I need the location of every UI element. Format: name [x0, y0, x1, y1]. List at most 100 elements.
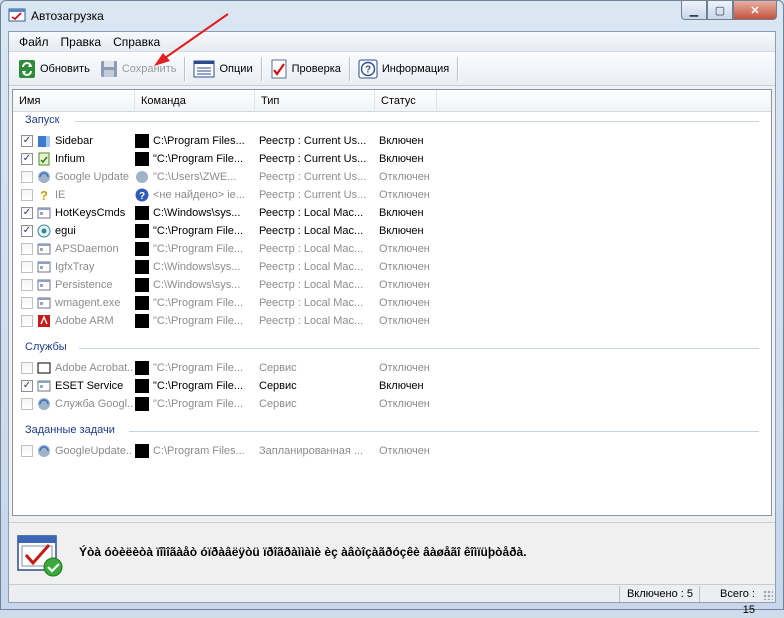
checkbox-check-icon: ✓ [22, 135, 32, 146]
item-type: Реестр : Local Mac... [259, 279, 364, 291]
list-item[interactable]: ✓ Sidebar C:\Program Files... Реестр : Curr… [13, 132, 771, 150]
checkbox-check-icon: ✓ [22, 380, 32, 391]
app-window-icon [37, 243, 51, 255]
command-icon [135, 444, 149, 458]
list-item[interactable]: Google Update "C:\Users\ZWE... Реестр : Cu… [13, 168, 771, 186]
item-name: APSDaemon [55, 243, 119, 255]
item-command: C:\Program Files... [153, 445, 245, 457]
item-name: IgfxTray [55, 261, 95, 273]
item-status: Отключен [379, 362, 430, 374]
list-item[interactable]: ✓ Infium "C:\Program File... Реестр : Curre… [13, 150, 771, 168]
column-name[interactable]: Имя [13, 90, 135, 112]
google-update-icon [38, 398, 50, 410]
enable-checkbox[interactable] [21, 362, 33, 374]
app-window-icon [37, 261, 51, 273]
enable-checkbox[interactable]: ✓ [21, 225, 33, 237]
item-name: egui [55, 225, 76, 237]
item-name: IE [55, 189, 66, 201]
list-item[interactable]: ✓ HotKeysCmds C:\Windows\sys... Реестр : Lo… [13, 204, 771, 222]
item-type: Реестр : Current Us... [259, 135, 367, 147]
autorun-list[interactable]: Имя Команда Тип Статус Запуск ✓ Sidebar C:\… [12, 89, 772, 516]
minimize-button[interactable]: ▁ [681, 1, 707, 20]
list-item[interactable]: Adobe ARM "C:\Program File... Реестр : Loc… [13, 312, 771, 330]
item-type: Реестр : Current Us... [259, 171, 367, 183]
enable-checkbox[interactable]: ✓ [21, 153, 33, 165]
list-item[interactable]: ✓ ESET Service "C:\Program File... Сервис Вк… [13, 377, 771, 395]
command-icon [135, 224, 149, 238]
description-panel: Ýòà óòèëèòà ïîìîãàåò óïðàâëÿòü ïðîãðàììà… [9, 522, 775, 584]
column-type[interactable]: Тип [255, 90, 375, 112]
item-name: GoogleUpdate... [55, 445, 133, 457]
title-bar[interactable]: Автозагрузка ▁ ▢ ✕ [1, 1, 783, 31]
enable-checkbox[interactable] [21, 445, 33, 457]
enable-checkbox[interactable]: ✓ [21, 380, 33, 392]
google-update-icon [136, 171, 148, 183]
info-button[interactable]: ? Информация [353, 55, 454, 83]
item-command: "C:\Users\ZWE... [153, 171, 237, 183]
enable-checkbox[interactable] [21, 279, 33, 291]
item-command: C:\Windows\sys... [153, 279, 241, 291]
item-name: ESET Service [55, 380, 124, 392]
list-item[interactable]: wmagent.exe "C:\Program File... Реестр : L… [13, 294, 771, 312]
list-item[interactable]: Persistence C:\Windows\sys... Реестр : Loc… [13, 276, 771, 294]
svg-text:?: ? [365, 64, 371, 75]
command-icon [135, 260, 149, 274]
close-button[interactable]: ✕ [733, 1, 777, 20]
item-command: C:\Windows\sys... [153, 207, 241, 219]
refresh-button[interactable]: Обновить [13, 55, 95, 83]
item-type: Реестр : Local Mac... [259, 207, 364, 219]
column-command[interactable]: Команда [135, 90, 255, 112]
item-type: Реестр : Local Mac... [259, 225, 364, 237]
total-count: Всего : 15 [699, 586, 761, 616]
item-status: Включен [379, 135, 424, 147]
svg-text:?: ? [139, 191, 145, 202]
enable-checkbox[interactable] [21, 171, 33, 183]
app-window-icon [37, 380, 51, 392]
list-item[interactable]: Adobe Acrobat... "C:\Program File... Серви… [13, 359, 771, 377]
check-button[interactable]: Проверка [265, 55, 346, 83]
save-button[interactable]: Сохранить [95, 55, 182, 83]
checkbox-check-icon: ✓ [22, 225, 32, 236]
menu-bar: Файл Правка Справка [9, 32, 775, 52]
enable-checkbox[interactable]: ✓ [21, 135, 33, 147]
item-status: Отключен [379, 297, 430, 309]
svg-text:?: ? [40, 188, 48, 202]
command-icon [135, 379, 149, 393]
help-icon: ? [358, 59, 378, 78]
list-item[interactable]: GoogleUpdate... C:\Program Files... Заплан… [13, 442, 771, 460]
list-item[interactable]: IgfxTray C:\Windows\sys... Реестр : Local … [13, 258, 771, 276]
item-status: Отключен [379, 398, 430, 410]
enable-checkbox[interactable] [21, 261, 33, 273]
item-command: "C:\Program File... [153, 153, 244, 165]
enable-checkbox[interactable]: ✓ [21, 207, 33, 219]
list-item[interactable]: Служба Googl... "C:\Program File... Сервис… [13, 395, 771, 413]
app-window-icon [37, 297, 51, 309]
item-name: Google Update [55, 171, 129, 183]
item-command: C:\Program Files... [153, 135, 245, 147]
enable-checkbox[interactable] [21, 398, 33, 410]
enable-checkbox[interactable] [21, 189, 33, 201]
menu-help[interactable]: Справка [107, 35, 166, 49]
column-status[interactable]: Статус [375, 90, 437, 112]
item-type: Сервис [259, 380, 297, 392]
menu-edit[interactable]: Правка [55, 35, 108, 49]
enable-checkbox[interactable] [21, 315, 33, 327]
enable-checkbox[interactable] [21, 297, 33, 309]
resize-grip[interactable] [763, 590, 773, 600]
list-item[interactable]: ✓ egui "C:\Program File... Реестр : Local M… [13, 222, 771, 240]
item-command: <не найдено> ie... [153, 189, 245, 201]
maximize-icon: ▢ [714, 4, 726, 17]
menu-file[interactable]: Файл [13, 35, 55, 49]
item-status: Отключен [379, 171, 430, 183]
item-command: "C:\Program File... [153, 297, 244, 309]
enable-checkbox[interactable] [21, 243, 33, 255]
maximize-button[interactable]: ▢ [707, 1, 733, 20]
options-button[interactable]: Опции [188, 55, 257, 83]
item-type: Реестр : Local Mac... [259, 243, 364, 255]
item-status: Отключен [379, 189, 430, 201]
toolbar-separator [184, 56, 186, 81]
item-type: Запланированная ... [259, 445, 363, 457]
options-label: Опции [219, 62, 253, 75]
list-item[interactable]: APSDaemon "C:\Program File... Реестр : Loc… [13, 240, 771, 258]
list-item[interactable]: ? IE? <не найдено> ie... Реестр : Current U… [13, 186, 771, 204]
